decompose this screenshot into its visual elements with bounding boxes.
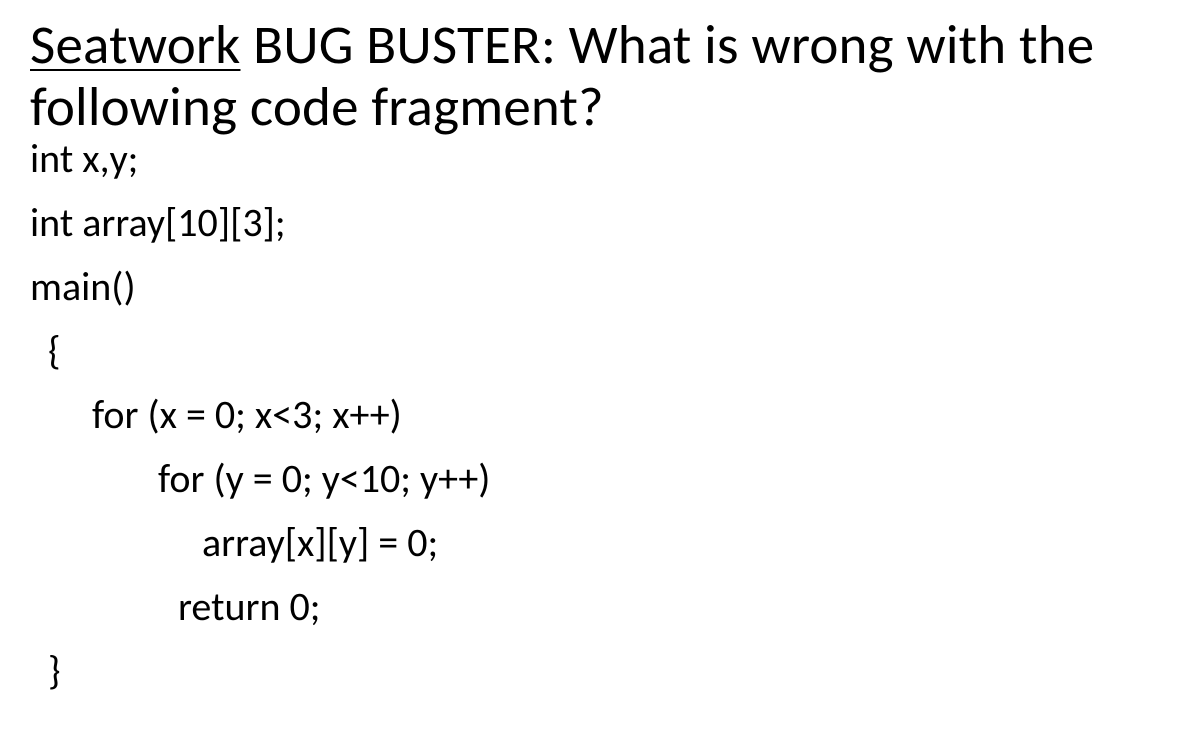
code-line-9: } [30, 639, 1170, 703]
question-title: Seatwork BUG BUSTER: What is wrong with … [30, 14, 1170, 137]
code-line-7: array[x][y] = 0; [30, 511, 1170, 575]
code-fragment: int x,y; int array[10][3]; main() { for … [30, 127, 1170, 703]
code-line-4: { [30, 319, 1170, 383]
code-line-2: int array[10][3]; [30, 191, 1170, 255]
code-line-5: for (x = 0; x<3; x++) [30, 383, 1170, 447]
code-line-3: main() [30, 255, 1170, 319]
code-line-6: for (y = 0; y<10; y++) [30, 447, 1170, 511]
seatwork-label: Seatwork [30, 11, 240, 78]
code-line-8: return 0; [30, 575, 1170, 639]
